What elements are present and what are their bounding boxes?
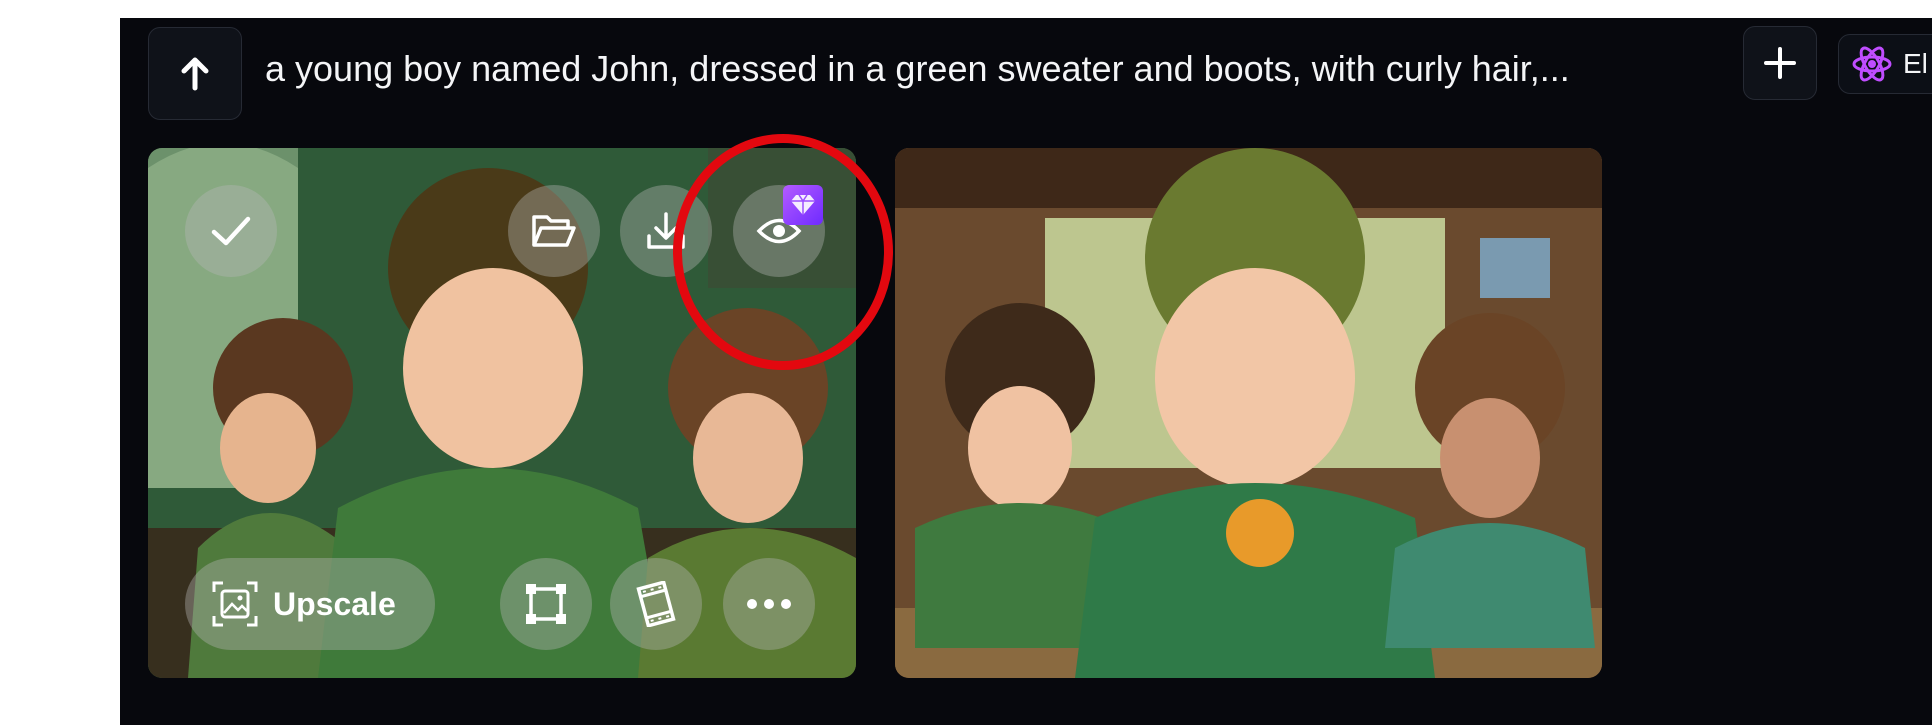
- crop-button[interactable]: [500, 558, 592, 650]
- arrow-up-icon: [181, 57, 209, 90]
- app-window: a young boy named John, dressed in a gre…: [120, 18, 1932, 725]
- upscale-image-icon: [212, 581, 258, 627]
- animate-video-button[interactable]: [610, 558, 702, 650]
- more-options-button[interactable]: [723, 558, 815, 650]
- crop-frame-icon: [526, 584, 566, 624]
- move-to-folder-button[interactable]: [508, 185, 600, 277]
- checkmark-icon: [211, 216, 251, 246]
- select-button[interactable]: [185, 185, 277, 277]
- more-horizontal-icon: [747, 599, 791, 609]
- download-icon: [647, 212, 685, 249]
- generated-image-2: [895, 148, 1602, 678]
- film-strip-icon: [636, 581, 676, 627]
- premium-badge: [783, 185, 823, 225]
- upscale-button[interactable]: Upscale: [185, 558, 435, 650]
- upscale-label: Upscale: [273, 585, 396, 622]
- generated-image-card-1[interactable]: Upscale: [148, 148, 856, 678]
- plus-icon: [1764, 47, 1796, 79]
- folder-open-icon: [532, 215, 576, 247]
- download-button[interactable]: [620, 185, 712, 277]
- atom-icon: [1852, 46, 1892, 82]
- add-button[interactable]: [1743, 26, 1817, 100]
- model-selector[interactable]: El: [1838, 34, 1932, 94]
- generated-image-card-2[interactable]: [895, 148, 1602, 678]
- gem-icon: [791, 194, 815, 215]
- model-label: El: [1903, 48, 1928, 79]
- back-button[interactable]: [148, 27, 242, 120]
- prompt-text[interactable]: a young boy named John, dressed in a gre…: [265, 44, 1840, 94]
